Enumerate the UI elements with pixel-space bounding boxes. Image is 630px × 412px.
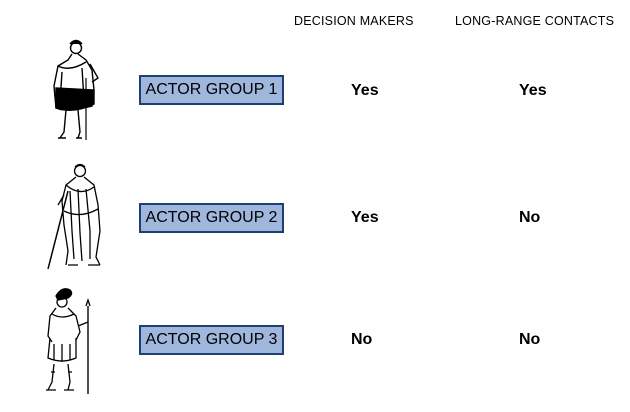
actor-2-decision-makers: Yes <box>351 209 379 226</box>
actor-1-long-range-contacts: Yes <box>519 82 547 99</box>
column-header-decision-makers: DECISION MAKERS <box>294 14 414 28</box>
greek-figure-cloak-icon <box>53 39 99 140</box>
actor-row-2: ACTOR GROUP 2 Yes No <box>0 155 630 275</box>
greek-figure-staff-icon <box>47 163 101 270</box>
greek-figure-helmet-icon <box>46 288 91 394</box>
actor-group-2-label: ACTOR GROUP 2 <box>139 203 284 233</box>
actor-2-long-range-contacts: No <box>519 209 541 226</box>
actor-group-1-label: ACTOR GROUP 1 <box>139 75 284 105</box>
actor-row-3: ACTOR GROUP 3 No No <box>0 282 630 402</box>
actor-3-long-range-contacts: No <box>519 331 541 348</box>
actor-3-decision-makers: No <box>351 331 373 348</box>
actor-row-1: ACTOR GROUP 1 Yes Yes <box>0 30 630 150</box>
column-header-long-range-contacts: LONG-RANGE CONTACTS <box>455 14 615 28</box>
actor-1-decision-makers: Yes <box>351 82 379 99</box>
actor-group-3-label: ACTOR GROUP 3 <box>139 325 284 355</box>
